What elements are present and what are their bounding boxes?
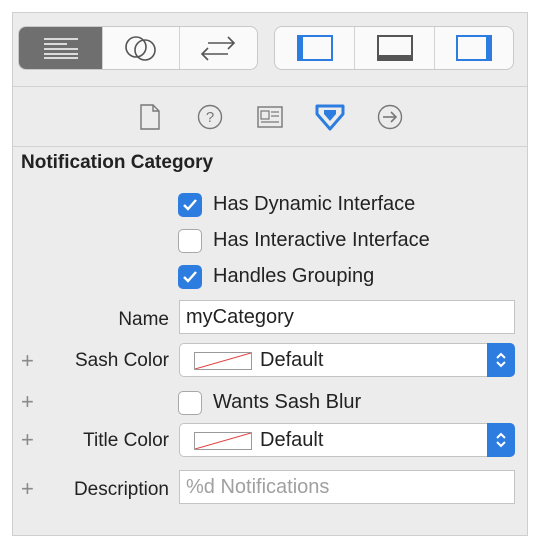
handles-grouping-label: Handles Grouping: [213, 265, 375, 287]
chevron-up-down-icon: [496, 432, 506, 448]
title-color-popup[interactable]: Default: [179, 423, 515, 457]
sash-color-add-variation-button[interactable]: +: [21, 350, 34, 372]
sash-color-popup[interactable]: Default: [179, 343, 515, 377]
text-lines-icon: [43, 38, 78, 59]
sash-color-stepper[interactable]: [487, 343, 515, 377]
title-color-add-variation-button[interactable]: +: [21, 429, 34, 451]
inspector-panel: ? Notification Category Has Dynamic Inte…: [12, 12, 528, 536]
attributes-arrow-icon: [315, 104, 345, 131]
title-color-stepper[interactable]: [487, 423, 515, 457]
standard-editor-button[interactable]: [19, 27, 103, 69]
tab-identity-inspector[interactable]: [254, 99, 286, 135]
sash-color-value: Default: [260, 349, 324, 371]
toggle-navigator-button[interactable]: [275, 27, 354, 69]
tab-attributes-inspector[interactable]: [314, 99, 346, 135]
toolbar: [13, 13, 527, 86]
section-title: Notification Category: [21, 152, 214, 173]
sash-color-label: Sash Color: [75, 350, 169, 371]
connections-arrow-icon: [377, 104, 403, 130]
left-panel-icon: [296, 35, 333, 61]
bottom-panel-icon: [376, 35, 413, 61]
tab-file-inspector[interactable]: [134, 99, 166, 135]
handles-grouping-checkbox[interactable]: [178, 265, 202, 289]
help-icon: ?: [197, 104, 223, 130]
tab-connections-inspector[interactable]: [374, 99, 406, 135]
svg-text:?: ?: [206, 109, 214, 126]
description-add-variation-button[interactable]: +: [21, 478, 34, 500]
has-interactive-interface-label: Has Interactive Interface: [213, 229, 430, 251]
description-field[interactable]: %d Notifications: [179, 470, 515, 504]
checkmark-icon: [183, 271, 197, 283]
tab-quick-help[interactable]: ?: [194, 99, 226, 135]
inspector-tabs: ?: [13, 99, 527, 135]
default-color-swatch: [194, 432, 252, 450]
title-color-label: Title Color: [83, 430, 169, 451]
toolbar-divider: [13, 86, 527, 87]
wants-sash-blur-label: Wants Sash Blur: [213, 391, 362, 413]
tabs-divider: [13, 146, 527, 147]
toggle-debug-area-button[interactable]: [354, 27, 433, 69]
swap-arrows-icon: [201, 36, 236, 61]
description-label: Description: [73, 479, 169, 500]
wants-sash-blur-checkbox[interactable]: [178, 391, 202, 415]
toggle-utilities-button[interactable]: [433, 27, 513, 69]
overlapping-circles-icon: [125, 36, 156, 61]
editor-mode-segmented-control: [18, 26, 258, 70]
title-color-value: Default: [260, 429, 324, 451]
name-field[interactable]: myCategory: [179, 300, 515, 334]
chevron-up-down-icon: [496, 352, 506, 368]
panel-toggle-segmented-control: [274, 26, 514, 70]
has-dynamic-interface-checkbox[interactable]: [178, 193, 202, 217]
has-interactive-interface-checkbox[interactable]: [178, 229, 202, 253]
version-editor-button[interactable]: [178, 27, 257, 69]
file-icon: [140, 104, 160, 130]
name-label: Name: [118, 309, 169, 330]
checkmark-icon: [183, 199, 197, 211]
has-dynamic-interface-label: Has Dynamic Interface: [213, 193, 416, 215]
identity-card-icon: [257, 106, 283, 128]
assistant-editor-button[interactable]: [102, 27, 178, 69]
default-color-swatch: [194, 352, 252, 370]
sash-blur-add-variation-button[interactable]: +: [21, 391, 34, 413]
right-panel-icon: [455, 35, 492, 61]
